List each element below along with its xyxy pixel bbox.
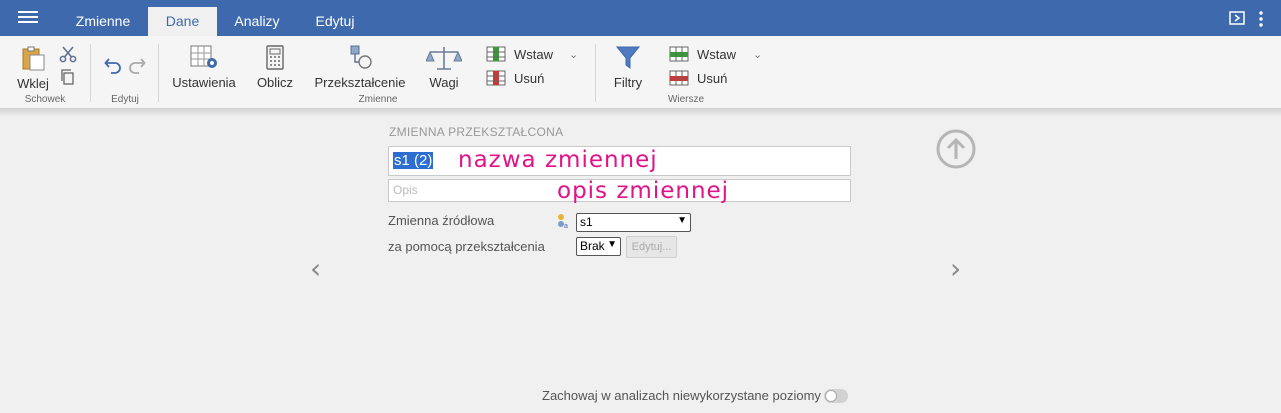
- paste-button[interactable]: Wklej: [14, 44, 52, 91]
- chevron-down-icon[interactable]: ⌄: [569, 48, 578, 61]
- cut-icon[interactable]: [59, 45, 77, 66]
- calculator-icon: [266, 45, 284, 70]
- insert-column-icon: [486, 46, 506, 62]
- variable-type-icon: a: [556, 213, 570, 234]
- separator: [158, 44, 159, 102]
- panel-toggle-icon[interactable]: [1229, 11, 1245, 30]
- section-title: ZMIENNA PRZEKSZTAŁCONA: [389, 125, 564, 139]
- table-settings-icon: [190, 45, 217, 68]
- rows-group-label: Wiersze: [667, 94, 705, 105]
- toggle-knob: [825, 390, 837, 402]
- tab-edytuj[interactable]: Edytuj: [302, 7, 368, 36]
- chevron-down-icon: ▼: [677, 215, 687, 226]
- insert-row-button[interactable]: Wstaw: [669, 46, 736, 62]
- separator: [595, 44, 596, 102]
- insert-row-icon: [669, 46, 689, 62]
- arrow-up-circle-icon[interactable]: [936, 129, 976, 169]
- weights-label: Wagi: [429, 75, 459, 90]
- delete-variable-label: Usuń: [514, 70, 545, 86]
- delete-row-button[interactable]: Usuń: [669, 70, 727, 86]
- tab-zmienne[interactable]: Zmienne: [62, 7, 144, 36]
- filter-icon: [615, 46, 641, 69]
- top-tab-bar: Zmienne Dane Analizy Edytuj: [0, 0, 1281, 36]
- delete-row-label: Usuń: [697, 70, 728, 86]
- separator: [90, 44, 91, 102]
- keep-unused-levels-label: Zachowaj w analizach niewykorzystane poz…: [542, 388, 821, 403]
- menu-icon[interactable]: [18, 11, 38, 25]
- source-variable-label: Zmienna źródłowa: [388, 213, 495, 228]
- settings-button[interactable]: Ustawienia: [170, 44, 238, 90]
- transform-icon: [350, 45, 372, 69]
- undo-icon[interactable]: [104, 56, 122, 77]
- chevron-down-icon[interactable]: ⌄: [753, 48, 762, 61]
- tab-analizy[interactable]: Analizy: [221, 7, 293, 36]
- compute-button[interactable]: Oblicz: [254, 44, 296, 90]
- transform-button[interactable]: Przekształcenie: [312, 44, 408, 90]
- keep-unused-levels-toggle[interactable]: [824, 389, 848, 403]
- filters-button[interactable]: Filtry: [610, 44, 646, 90]
- filters-label: Filtry: [613, 75, 643, 90]
- insert-variable-button[interactable]: Wstaw: [486, 46, 553, 62]
- transform-label: za pomocą przekształcenia: [388, 239, 545, 254]
- svg-text:a: a: [564, 223, 568, 229]
- next-arrow-icon[interactable]: ›: [950, 252, 961, 285]
- more-vert-icon[interactable]: [1258, 11, 1264, 32]
- ribbon-shadow: [0, 109, 1281, 117]
- insert-variable-label: Wstaw: [514, 46, 553, 62]
- delete-column-icon: [486, 70, 506, 86]
- insert-row-label: Wstaw: [697, 46, 736, 62]
- redo-icon[interactable]: [128, 56, 146, 77]
- edit-group-label: Edytuj: [111, 94, 139, 105]
- paste-icon: [22, 46, 45, 71]
- annotation-name: nazwa zmiennej: [458, 147, 658, 173]
- delete-variable-button[interactable]: Usuń: [486, 70, 544, 86]
- clipboard-group-label: Schowek: [24, 94, 66, 105]
- transform-label: Przekształcenie: [314, 75, 406, 90]
- source-variable-select[interactable]: s1 ▼: [576, 213, 691, 232]
- transform-select[interactable]: Brak ▼: [576, 237, 621, 256]
- transform-value: Brak: [580, 239, 605, 253]
- edit-transform-button[interactable]: Edytuj...: [626, 236, 677, 258]
- delete-row-icon: [669, 70, 689, 86]
- copy-icon[interactable]: [60, 69, 76, 88]
- variables-group-label: Zmienne: [358, 94, 398, 105]
- compute-label: Oblicz: [256, 75, 294, 90]
- previous-arrow-icon[interactable]: ‹: [310, 252, 321, 285]
- variable-name-value: s1 (2): [393, 152, 434, 169]
- source-variable-value: s1: [580, 215, 593, 229]
- weights-button[interactable]: Wagi: [424, 44, 464, 90]
- settings-label: Ustawienia: [172, 75, 236, 90]
- paste-label: Wklej: [17, 76, 49, 91]
- annotation-description: opis zmiennej: [557, 178, 730, 204]
- chevron-down-icon: ▼: [607, 239, 617, 250]
- scales-icon: [425, 47, 463, 70]
- description-placeholder: Opis: [393, 183, 418, 197]
- tab-dane[interactable]: Dane: [148, 7, 217, 36]
